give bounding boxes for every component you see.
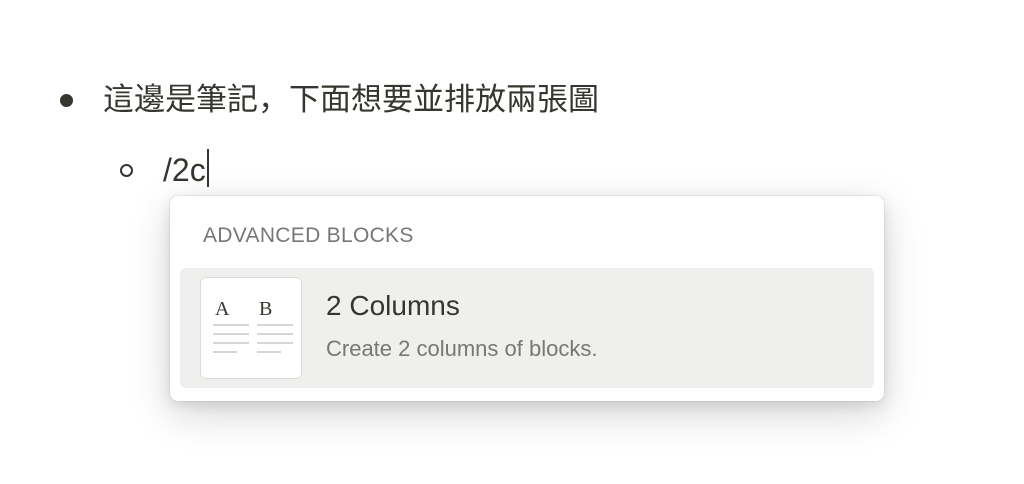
menu-item-title: 2 Columns bbox=[326, 290, 460, 321]
menu-item-description: Create 2 columns of blocks. bbox=[326, 336, 598, 361]
thumb-line bbox=[213, 333, 249, 335]
thumb-line bbox=[257, 342, 293, 344]
menu-section-label: ADVANCED BLOCKS bbox=[203, 224, 414, 247]
thumb-line bbox=[213, 351, 237, 353]
bullet-circle-icon bbox=[120, 163, 133, 177]
thumb-letter-a: A bbox=[215, 298, 230, 320]
thumb-line bbox=[257, 333, 293, 335]
thumb-line bbox=[257, 324, 293, 326]
bullet-disc-icon bbox=[60, 93, 73, 107]
two-columns-icon: A B bbox=[200, 277, 302, 379]
slash-command-input[interactable]: /2c bbox=[163, 148, 206, 192]
thumb-line bbox=[257, 351, 281, 353]
thumb-letter-b: B bbox=[259, 298, 273, 320]
menu-item-2-columns[interactable]: A B 2 Columns Create 2 columns of blocks… bbox=[180, 268, 874, 388]
thumb-line bbox=[213, 342, 249, 344]
bullet-list-item[interactable]: 這邊是筆記，下面想要並排放兩張圖 bbox=[56, 78, 599, 122]
slash-command-menu: ADVANCED BLOCKS A B 2 Columns Create 2 c… bbox=[170, 196, 884, 401]
nested-bullet-list-item[interactable]: /2c bbox=[118, 148, 209, 192]
text-caret bbox=[206, 149, 209, 187]
bullet-text[interactable]: 這邊是筆記，下面想要並排放兩張圖 bbox=[103, 78, 599, 122]
thumb-line bbox=[213, 324, 249, 326]
editor-page: 這邊是筆記，下面想要並排放兩張圖 /2c ADVANCED BLOCKS A B… bbox=[0, 0, 1024, 484]
